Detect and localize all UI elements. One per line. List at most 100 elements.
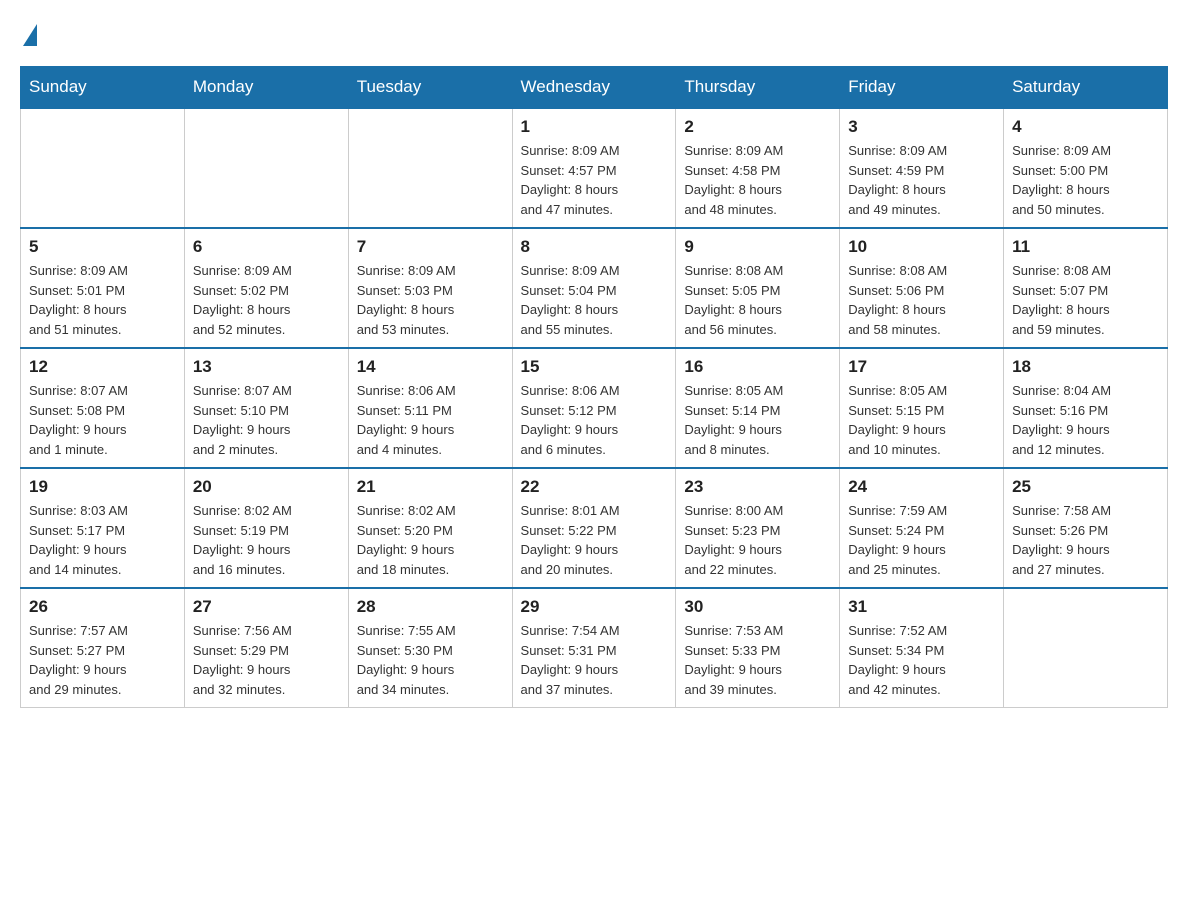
- day-number: 16: [684, 357, 831, 377]
- day-number: 9: [684, 237, 831, 257]
- day-number: 31: [848, 597, 995, 617]
- day-info: Sunrise: 8:09 AMSunset: 4:59 PMDaylight:…: [848, 141, 995, 219]
- day-number: 7: [357, 237, 504, 257]
- day-number: 5: [29, 237, 176, 257]
- day-number: 4: [1012, 117, 1159, 137]
- day-info: Sunrise: 8:02 AMSunset: 5:19 PMDaylight:…: [193, 501, 340, 579]
- day-info: Sunrise: 8:03 AMSunset: 5:17 PMDaylight:…: [29, 501, 176, 579]
- calendar-cell: 10 Sunrise: 8:08 AMSunset: 5:06 PMDayligh…: [840, 228, 1004, 348]
- day-info: Sunrise: 8:01 AMSunset: 5:22 PMDaylight:…: [521, 501, 668, 579]
- day-info: Sunrise: 8:02 AMSunset: 5:20 PMDaylight:…: [357, 501, 504, 579]
- week-row-3: 12Sunrise: 8:07 AMSunset: 5:08 PMDayligh…: [21, 348, 1168, 468]
- calendar-cell: 17 Sunrise: 8:05 AMSunset: 5:15 PMDayligh…: [840, 348, 1004, 468]
- day-info: Sunrise: 7:55 AMSunset: 5:30 PMDaylight:…: [357, 621, 504, 699]
- day-number: 21: [357, 477, 504, 497]
- calendar-cell: 13 Sunrise: 8:07 AMSunset: 5:10 PMDayligh…: [184, 348, 348, 468]
- day-info: Sunrise: 7:56 AMSunset: 5:29 PMDaylight:…: [193, 621, 340, 699]
- weekday-header-sunday: Sunday: [21, 67, 185, 109]
- calendar-cell: 15 Sunrise: 8:06 AMSunset: 5:12 PMDayligh…: [512, 348, 676, 468]
- calendar-cell: 24 Sunrise: 7:59 AMSunset: 5:24 PMDayligh…: [840, 468, 1004, 588]
- day-info: Sunrise: 8:09 AMSunset: 4:57 PMDaylight:…: [521, 141, 668, 219]
- day-info: Sunrise: 8:09 AMSunset: 5:00 PMDaylight:…: [1012, 141, 1159, 219]
- day-info: Sunrise: 7:58 AMSunset: 5:26 PMDaylight:…: [1012, 501, 1159, 579]
- day-info: Sunrise: 7:59 AMSunset: 5:24 PMDaylight:…: [848, 501, 995, 579]
- calendar-table: SundayMondayTuesdayWednesdayThursdayFrid…: [20, 66, 1168, 708]
- weekday-header-wednesday: Wednesday: [512, 67, 676, 109]
- day-number: 1: [521, 117, 668, 137]
- day-number: 13: [193, 357, 340, 377]
- day-number: 12: [29, 357, 176, 377]
- calendar-cell: [348, 108, 512, 228]
- day-number: 18: [1012, 357, 1159, 377]
- calendar-cell: 8 Sunrise: 8:09 AMSunset: 5:04 PMDaylight…: [512, 228, 676, 348]
- day-info: Sunrise: 8:06 AMSunset: 5:11 PMDaylight:…: [357, 381, 504, 459]
- day-number: 8: [521, 237, 668, 257]
- calendar-cell: [184, 108, 348, 228]
- calendar-cell: 19Sunrise: 8:03 AMSunset: 5:17 PMDayligh…: [21, 468, 185, 588]
- day-info: Sunrise: 7:54 AMSunset: 5:31 PMDaylight:…: [521, 621, 668, 699]
- day-info: Sunrise: 8:09 AMSunset: 5:03 PMDaylight:…: [357, 261, 504, 339]
- day-number: 30: [684, 597, 831, 617]
- calendar-cell: 3Sunrise: 8:09 AMSunset: 4:59 PMDaylight…: [840, 108, 1004, 228]
- day-number: 11: [1012, 237, 1159, 257]
- day-info: Sunrise: 8:05 AMSunset: 5:15 PMDaylight:…: [848, 381, 995, 459]
- day-number: 22: [521, 477, 668, 497]
- calendar-cell: 26 Sunrise: 7:57 AMSunset: 5:27 PMDayligh…: [21, 588, 185, 708]
- calendar-cell: 12Sunrise: 8:07 AMSunset: 5:08 PMDayligh…: [21, 348, 185, 468]
- day-number: 10: [848, 237, 995, 257]
- calendar-cell: 25 Sunrise: 7:58 AMSunset: 5:26 PMDayligh…: [1004, 468, 1168, 588]
- calendar-cell: 4 Sunrise: 8:09 AMSunset: 5:00 PMDaylight…: [1004, 108, 1168, 228]
- weekday-header-friday: Friday: [840, 67, 1004, 109]
- calendar-cell: 7 Sunrise: 8:09 AMSunset: 5:03 PMDaylight…: [348, 228, 512, 348]
- day-number: 28: [357, 597, 504, 617]
- calendar-cell: 27Sunrise: 7:56 AMSunset: 5:29 PMDayligh…: [184, 588, 348, 708]
- day-info: Sunrise: 8:08 AMSunset: 5:06 PMDaylight:…: [848, 261, 995, 339]
- day-info: Sunrise: 8:09 AMSunset: 5:04 PMDaylight:…: [521, 261, 668, 339]
- calendar-cell: 20 Sunrise: 8:02 AMSunset: 5:19 PMDayligh…: [184, 468, 348, 588]
- calendar-cell: 16 Sunrise: 8:05 AMSunset: 5:14 PMDayligh…: [676, 348, 840, 468]
- calendar-cell: 5 Sunrise: 8:09 AMSunset: 5:01 PMDaylight…: [21, 228, 185, 348]
- day-number: 6: [193, 237, 340, 257]
- calendar-cell: 9Sunrise: 8:08 AMSunset: 5:05 PMDaylight…: [676, 228, 840, 348]
- day-number: 15: [521, 357, 668, 377]
- week-row-1: 1 Sunrise: 8:09 AMSunset: 4:57 PMDaylight…: [21, 108, 1168, 228]
- calendar-cell: 21 Sunrise: 8:02 AMSunset: 5:20 PMDayligh…: [348, 468, 512, 588]
- calendar-cell: 31Sunrise: 7:52 AMSunset: 5:34 PMDayligh…: [840, 588, 1004, 708]
- page-header: [20, 20, 1168, 46]
- week-row-2: 5 Sunrise: 8:09 AMSunset: 5:01 PMDaylight…: [21, 228, 1168, 348]
- logo-triangle-icon: [23, 24, 37, 46]
- day-number: 26: [29, 597, 176, 617]
- calendar-cell: 14 Sunrise: 8:06 AMSunset: 5:11 PMDayligh…: [348, 348, 512, 468]
- weekday-header-row: SundayMondayTuesdayWednesdayThursdayFrid…: [21, 67, 1168, 109]
- week-row-5: 26 Sunrise: 7:57 AMSunset: 5:27 PMDayligh…: [21, 588, 1168, 708]
- day-number: 2: [684, 117, 831, 137]
- weekday-header-saturday: Saturday: [1004, 67, 1168, 109]
- calendar-cell: 18Sunrise: 8:04 AMSunset: 5:16 PMDayligh…: [1004, 348, 1168, 468]
- day-info: Sunrise: 8:07 AMSunset: 5:10 PMDaylight:…: [193, 381, 340, 459]
- weekday-header-tuesday: Tuesday: [348, 67, 512, 109]
- day-info: Sunrise: 8:08 AMSunset: 5:07 PMDaylight:…: [1012, 261, 1159, 339]
- day-number: 14: [357, 357, 504, 377]
- day-number: 20: [193, 477, 340, 497]
- day-info: Sunrise: 8:09 AMSunset: 4:58 PMDaylight:…: [684, 141, 831, 219]
- calendar-cell: 2 Sunrise: 8:09 AMSunset: 4:58 PMDaylight…: [676, 108, 840, 228]
- day-number: 17: [848, 357, 995, 377]
- day-info: Sunrise: 7:53 AMSunset: 5:33 PMDaylight:…: [684, 621, 831, 699]
- week-row-4: 19Sunrise: 8:03 AMSunset: 5:17 PMDayligh…: [21, 468, 1168, 588]
- day-number: 25: [1012, 477, 1159, 497]
- calendar-cell: 23Sunrise: 8:00 AMSunset: 5:23 PMDayligh…: [676, 468, 840, 588]
- day-info: Sunrise: 7:57 AMSunset: 5:27 PMDaylight:…: [29, 621, 176, 699]
- day-info: Sunrise: 8:05 AMSunset: 5:14 PMDaylight:…: [684, 381, 831, 459]
- calendar-cell: 29 Sunrise: 7:54 AMSunset: 5:31 PMDayligh…: [512, 588, 676, 708]
- day-number: 24: [848, 477, 995, 497]
- logo: [20, 20, 37, 46]
- day-number: 29: [521, 597, 668, 617]
- calendar-cell: 30 Sunrise: 7:53 AMSunset: 5:33 PMDayligh…: [676, 588, 840, 708]
- weekday-header-monday: Monday: [184, 67, 348, 109]
- day-info: Sunrise: 8:06 AMSunset: 5:12 PMDaylight:…: [521, 381, 668, 459]
- day-info: Sunrise: 8:09 AMSunset: 5:01 PMDaylight:…: [29, 261, 176, 339]
- weekday-header-thursday: Thursday: [676, 67, 840, 109]
- calendar-cell: 11 Sunrise: 8:08 AMSunset: 5:07 PMDayligh…: [1004, 228, 1168, 348]
- calendar-cell: 1 Sunrise: 8:09 AMSunset: 4:57 PMDaylight…: [512, 108, 676, 228]
- day-info: Sunrise: 8:09 AMSunset: 5:02 PMDaylight:…: [193, 261, 340, 339]
